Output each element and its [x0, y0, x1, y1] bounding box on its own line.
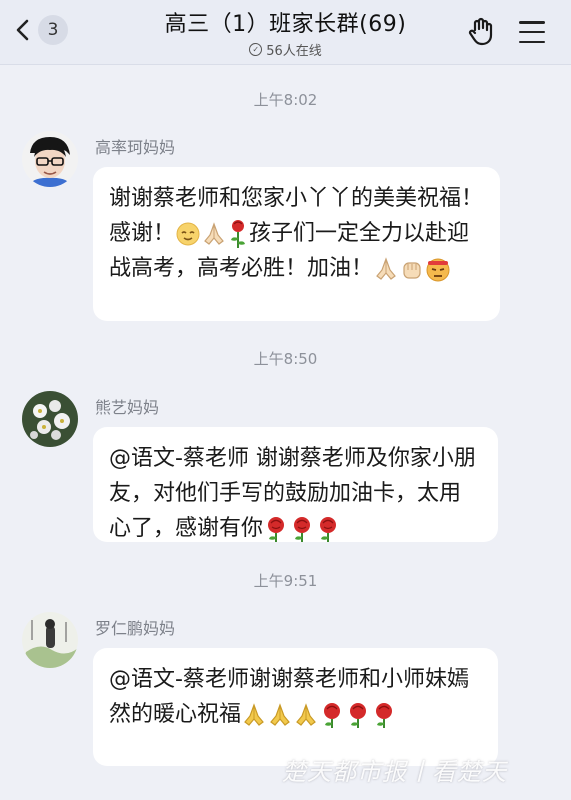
praying-hands-emoji — [293, 702, 319, 728]
avatar[interactable] — [22, 131, 78, 187]
avatar[interactable] — [22, 612, 78, 668]
smile-emoji — [175, 221, 201, 247]
user-avatar-icon — [22, 131, 78, 187]
rose-emoji — [315, 515, 341, 543]
rose-emoji — [289, 515, 315, 543]
check-circle-icon: ✓ — [249, 43, 263, 56]
sender-name: 高率珂妈妈 — [95, 138, 176, 157]
rose-emoji — [345, 701, 371, 729]
avatar[interactable] — [22, 391, 78, 447]
chevron-left-icon — [16, 19, 29, 41]
chat-header: 3 高三（1）班家长群(69) ✓ 56人在线 — [0, 0, 571, 65]
title-area: 高三（1）班家长群(69) ✓ 56人在线 — [100, 6, 471, 59]
praying-hands-emoji — [267, 702, 293, 728]
timestamp: 上午8:50 — [253, 350, 318, 368]
fist-emoji — [399, 256, 425, 282]
menu-line — [519, 21, 545, 24]
message-bubble[interactable]: @语文-蔡老师谢谢蔡老师和小师妹嫣然的暖心祝福 — [93, 648, 498, 766]
rose-emoji — [227, 218, 249, 250]
unread-badge: 3 — [38, 15, 68, 45]
menu-icon[interactable] — [519, 21, 545, 43]
message-bubble[interactable]: @语文-蔡老师 谢谢蔡老师及你家小朋友，对他们手写的鼓励加油卡，太用心了，感谢有… — [93, 427, 498, 542]
rose-emoji — [319, 701, 345, 729]
flowers-avatar-icon — [22, 391, 78, 447]
menu-line — [519, 30, 545, 34]
watermark: 楚天都市报丨看楚天 — [282, 758, 507, 786]
painting-avatar-icon — [22, 612, 78, 668]
praying-hands-emoji — [201, 221, 227, 247]
back-button[interactable]: 3 — [14, 15, 68, 45]
menu-line — [519, 40, 545, 43]
hand-gesture-icon[interactable] — [466, 16, 498, 48]
online-count: 56人在线 — [266, 44, 322, 59]
rose-emoji — [371, 701, 397, 729]
timestamp: 上午8:02 — [253, 91, 318, 109]
online-status: ✓ 56人在线 — [100, 40, 471, 59]
praying-hands-emoji — [373, 256, 399, 282]
sender-name: 罗仁鹏妈妈 — [95, 619, 176, 638]
praying-hands-emoji — [241, 702, 267, 728]
group-title: 高三（1）班家长群(69) — [164, 12, 407, 37]
rose-emoji — [263, 515, 289, 543]
sender-name: 熊艺妈妈 — [95, 398, 160, 417]
timestamp: 上午9:51 — [253, 572, 318, 590]
determined-face-emoji — [425, 256, 451, 282]
message-bubble[interactable]: 谢谢蔡老师和您家小丫丫的美美祝福！感谢！ 孩子们一定全力以赴迎战高考，高考必胜！加… — [93, 167, 500, 321]
